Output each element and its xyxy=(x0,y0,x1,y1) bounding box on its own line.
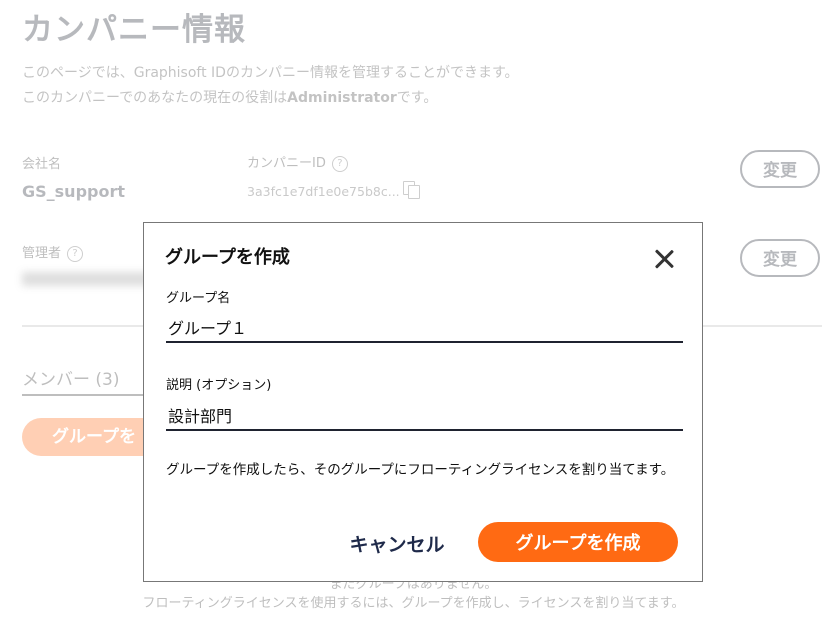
intro-line-1: このページでは、Graphisoft IDのカンパニー情報を管理することができま… xyxy=(22,65,519,81)
admin-label: 管理者 xyxy=(22,246,62,261)
change-company-button[interactable]: 変更 xyxy=(740,150,820,188)
company-id-value: 3a3fc1e7df1e0e75b8c... xyxy=(247,184,400,199)
create-group-button[interactable]: グループを作成 xyxy=(478,522,678,562)
page-title: カンパニー情報 xyxy=(22,12,246,48)
close-icon[interactable] xyxy=(652,246,676,270)
create-group-dialog: グループを作成 グループ名 説明 (オプション) グループを作成したら、そのグル… xyxy=(143,222,703,582)
help-icon[interactable]: ? xyxy=(331,155,348,172)
tab-underline xyxy=(22,394,152,396)
description-label: 説明 (オプション) xyxy=(166,378,272,393)
group-name-label: グループ名 xyxy=(166,291,231,306)
company-id-label: カンパニーID xyxy=(247,156,326,171)
dialog-title: グループを作成 xyxy=(165,247,290,268)
group-name-input[interactable] xyxy=(166,313,683,343)
dialog-note: グループを作成したら、そのグループにフローティングライセンスを割り当てます。 xyxy=(166,462,675,478)
copy-icon[interactable] xyxy=(403,181,420,199)
admin-label-row: 管理者? xyxy=(22,242,84,262)
tab-members[interactable]: メンバー (3) xyxy=(22,365,119,390)
intro-line-2: このカンパニーでのあなたの現在の役割はAdministratorです。 xyxy=(22,90,438,106)
cancel-button[interactable]: キャンセル xyxy=(342,523,452,563)
role-value: Administrator xyxy=(287,90,397,106)
company-name-label: 会社名 xyxy=(22,157,62,172)
company-name-value: GS_support xyxy=(22,182,126,201)
company-info-page: カンパニー情報 このページでは、Graphisoft IDのカンパニー情報を管理… xyxy=(0,0,827,632)
description-input[interactable] xyxy=(166,401,683,431)
empty-state-line-2: フローティングライセンスを使用するには、グループを作成し、ライセンスを割り当てま… xyxy=(142,596,685,611)
admin-email-blurred xyxy=(22,272,152,286)
help-icon[interactable]: ? xyxy=(67,245,84,262)
change-admin-button[interactable]: 変更 xyxy=(740,239,820,277)
company-id-label-row: カンパニーID? xyxy=(247,152,348,172)
